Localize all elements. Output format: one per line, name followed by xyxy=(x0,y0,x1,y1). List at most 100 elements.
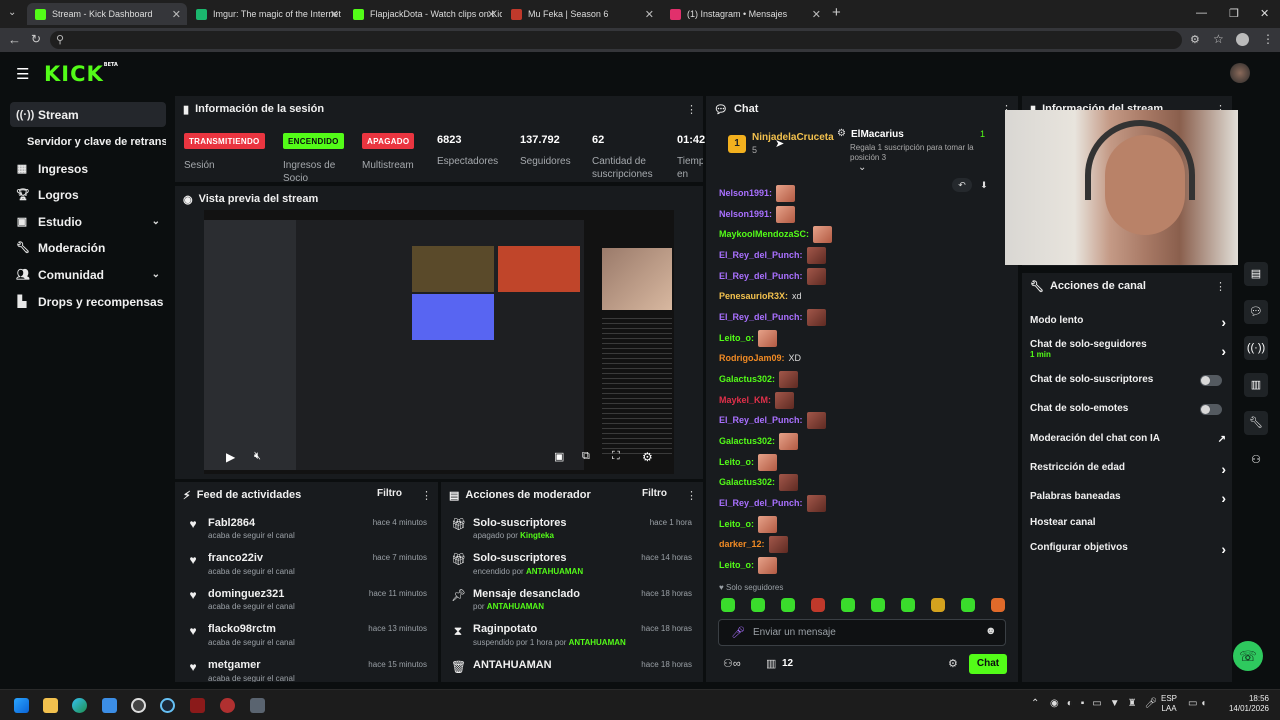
wrench-icon[interactable]: 🔧︎ xyxy=(1244,411,1268,435)
kebab-menu-icon[interactable]: ⋮ xyxy=(686,103,697,116)
sidebar-item-ingresos[interactable]: ▦ Ingresos xyxy=(10,156,166,181)
play-icon[interactable]: ▶ xyxy=(226,450,235,464)
chatters-icon[interactable]: ⚇∞ xyxy=(723,657,741,670)
support-chat-button[interactable]: ☏ xyxy=(1233,641,1263,671)
emotes-only-toggle[interactable] xyxy=(1200,404,1222,415)
kebab-menu-icon[interactable]: ⋮ xyxy=(421,489,432,502)
pin-icon[interactable]: ⬇ xyxy=(976,178,992,192)
tab-mufeka[interactable]: Mu Feka | Season 6 ✕ xyxy=(503,3,660,25)
send-chat-button[interactable]: Chat xyxy=(969,654,1007,674)
action-banned-words[interactable]: Palabras baneadas › xyxy=(1030,491,1226,511)
new-tab-button[interactable]: + xyxy=(832,4,841,21)
top-gifter-name[interactable]: NinjadelaCruceta xyxy=(752,132,834,143)
file-explorer-icon[interactable] xyxy=(43,698,58,713)
emote-icon[interactable] xyxy=(931,598,945,612)
language-indicator[interactable]: ESP LAA xyxy=(1161,694,1177,714)
filter-button[interactable]: Filtro xyxy=(377,488,402,499)
kebab-menu-icon[interactable]: ⋮ xyxy=(1215,280,1226,293)
filter-button[interactable]: Filtro xyxy=(642,488,667,499)
windows-start-icon[interactable] xyxy=(14,698,29,713)
action-emotes-only[interactable]: Chat de solo-emotes xyxy=(1030,403,1226,423)
emote-icon[interactable] xyxy=(781,598,795,612)
settings-gear-icon[interactable]: ⚙ xyxy=(642,450,653,464)
tab-search-icon[interactable]: ⌄ xyxy=(8,7,16,18)
action-host-channel[interactable]: Hostear canal xyxy=(1030,517,1226,537)
back-icon[interactable]: ← xyxy=(8,32,21,47)
kick-logo[interactable]: KICKBETA xyxy=(44,62,118,86)
profile-icon[interactable] xyxy=(1236,33,1249,46)
sidebar-item-estudio[interactable]: ▣ Estudio ⌄ xyxy=(10,209,166,234)
tab-flapjack[interactable]: FlapjackDota - Watch clips on Kick ✕ xyxy=(345,3,502,25)
follower-name[interactable]: franco22iv xyxy=(208,552,263,564)
stream-video[interactable]: ▶ 🔇︎ ▣ ⧉ ⛶ ⚙ xyxy=(204,210,674,474)
app-icon[interactable] xyxy=(220,698,235,713)
pip-icon[interactable]: ⧉ xyxy=(582,450,590,463)
emote-icon[interactable] xyxy=(961,598,975,612)
tray-chevron-icon[interactable]: ⌃ xyxy=(1031,698,1039,709)
action-followers-only[interactable]: Chat de solo-seguidores 1 min › xyxy=(1030,339,1226,359)
sidebar-item-comunidad[interactable]: 👥︎ Comunidad ⌄ xyxy=(10,262,166,287)
fullscreen-icon[interactable]: ⛶ xyxy=(612,450,620,463)
kebab-menu-icon[interactable]: ⋮ xyxy=(686,489,697,502)
sidebar-item-drops[interactable]: ▙ Drops y recompensas xyxy=(10,289,166,314)
follower-name[interactable]: flacko98rctm xyxy=(208,623,276,635)
sidebar-item-server-key[interactable]: Servidor y clave de retransmisión xyxy=(10,129,166,154)
broadcast-icon[interactable]: ((·)) xyxy=(1244,336,1268,360)
maximize-icon[interactable]: ❐ xyxy=(1229,7,1239,20)
action-slow-mode[interactable]: Modo lento › xyxy=(1030,315,1226,335)
edge-icon[interactable] xyxy=(72,698,87,713)
mute-icon[interactable]: 🔇︎ xyxy=(254,450,261,463)
gifter-name[interactable]: ElMacarius xyxy=(851,129,904,140)
sidebar-item-moderacion[interactable]: 🔧︎ Moderación xyxy=(10,235,166,260)
tab-imgur[interactable]: Imgur: The magic of the Internet ✕ xyxy=(188,3,345,25)
obs-icon[interactable] xyxy=(131,698,146,713)
emote-icon[interactable] xyxy=(811,598,825,612)
emote-icon[interactable] xyxy=(991,598,1005,612)
chat-input[interactable]: 🎤︎ Enviar un mensaje ☻ xyxy=(718,619,1006,646)
steam-icon[interactable] xyxy=(160,698,175,713)
tab-kick-dashboard[interactable]: Stream - Kick Dashboard ✕ xyxy=(27,3,187,25)
action-age-restriction[interactable]: Restricción de edad › xyxy=(1030,462,1226,482)
bookmark-icon[interactable]: ☆ xyxy=(1213,32,1224,46)
action-configure-goals[interactable]: Configurar objetivos › xyxy=(1030,542,1226,562)
close-tab-icon[interactable]: ✕ xyxy=(330,8,339,21)
reload-icon[interactable]: ↻ xyxy=(31,32,41,46)
close-tab-icon[interactable]: ✕ xyxy=(812,8,821,21)
undo-icon[interactable]: ↶ xyxy=(952,178,972,192)
calculator-icon[interactable] xyxy=(250,698,265,713)
sidebar-item-logros[interactable]: 🏆︎ Logros xyxy=(10,182,166,207)
minimize-icon[interactable]: — xyxy=(1196,7,1207,19)
extensions-icon[interactable]: ⚙ xyxy=(1190,33,1200,46)
emote-icon[interactable] xyxy=(841,598,855,612)
close-tab-icon[interactable]: ✕ xyxy=(487,8,496,21)
emoji-icon[interactable]: ☻ xyxy=(985,625,997,637)
tray-icons[interactable]: ◉◐▪▭▼♜🎤︎ xyxy=(1050,698,1165,709)
network-icon[interactable]: ▭ ◖ xyxy=(1188,698,1206,709)
tab-instagram[interactable]: (1) Instagram • Mensajes ✕ xyxy=(662,3,827,25)
url-input[interactable]: ⚲ xyxy=(50,31,1182,49)
action-ai-moderation[interactable]: Moderación del chat con IA ↗ xyxy=(1030,433,1226,453)
close-window-icon[interactable]: ✕ xyxy=(1260,7,1269,20)
close-tab-icon[interactable]: ✕ xyxy=(645,8,654,21)
notes-icon[interactable]: ▤ xyxy=(1244,262,1268,286)
emote-icon[interactable] xyxy=(721,598,735,612)
emote-icon[interactable] xyxy=(751,598,765,612)
follower-name[interactable]: dominguez321 xyxy=(208,588,284,600)
sidebar-item-stream[interactable]: ((·)) Stream xyxy=(10,102,166,127)
close-tab-icon[interactable]: ✕ xyxy=(172,8,181,21)
layout-icon[interactable]: ▥ xyxy=(1244,373,1268,397)
clock[interactable]: 18:56 14/01/2026 xyxy=(1225,694,1269,714)
chevron-down-icon[interactable]: ⌄ xyxy=(858,162,866,173)
subscribers-only-toggle[interactable] xyxy=(1200,375,1222,386)
mic-icon[interactable]: 🎤︎ xyxy=(731,626,745,639)
theater-icon[interactable]: ▣ xyxy=(554,450,564,463)
action-subscribers-only[interactable]: Chat de solo-suscriptores xyxy=(1030,374,1226,394)
browser-menu-icon[interactable]: ⋮ xyxy=(1262,32,1274,46)
action-name[interactable]: Raginpotato xyxy=(473,623,537,635)
app-icon[interactable] xyxy=(190,698,205,713)
avatar[interactable] xyxy=(1230,63,1250,83)
follower-name[interactable]: Fabl2864 xyxy=(208,517,255,529)
emote-icon[interactable] xyxy=(871,598,885,612)
follower-name[interactable]: metgamer xyxy=(208,659,261,671)
community-icon[interactable]: ⚇ xyxy=(1244,448,1268,472)
